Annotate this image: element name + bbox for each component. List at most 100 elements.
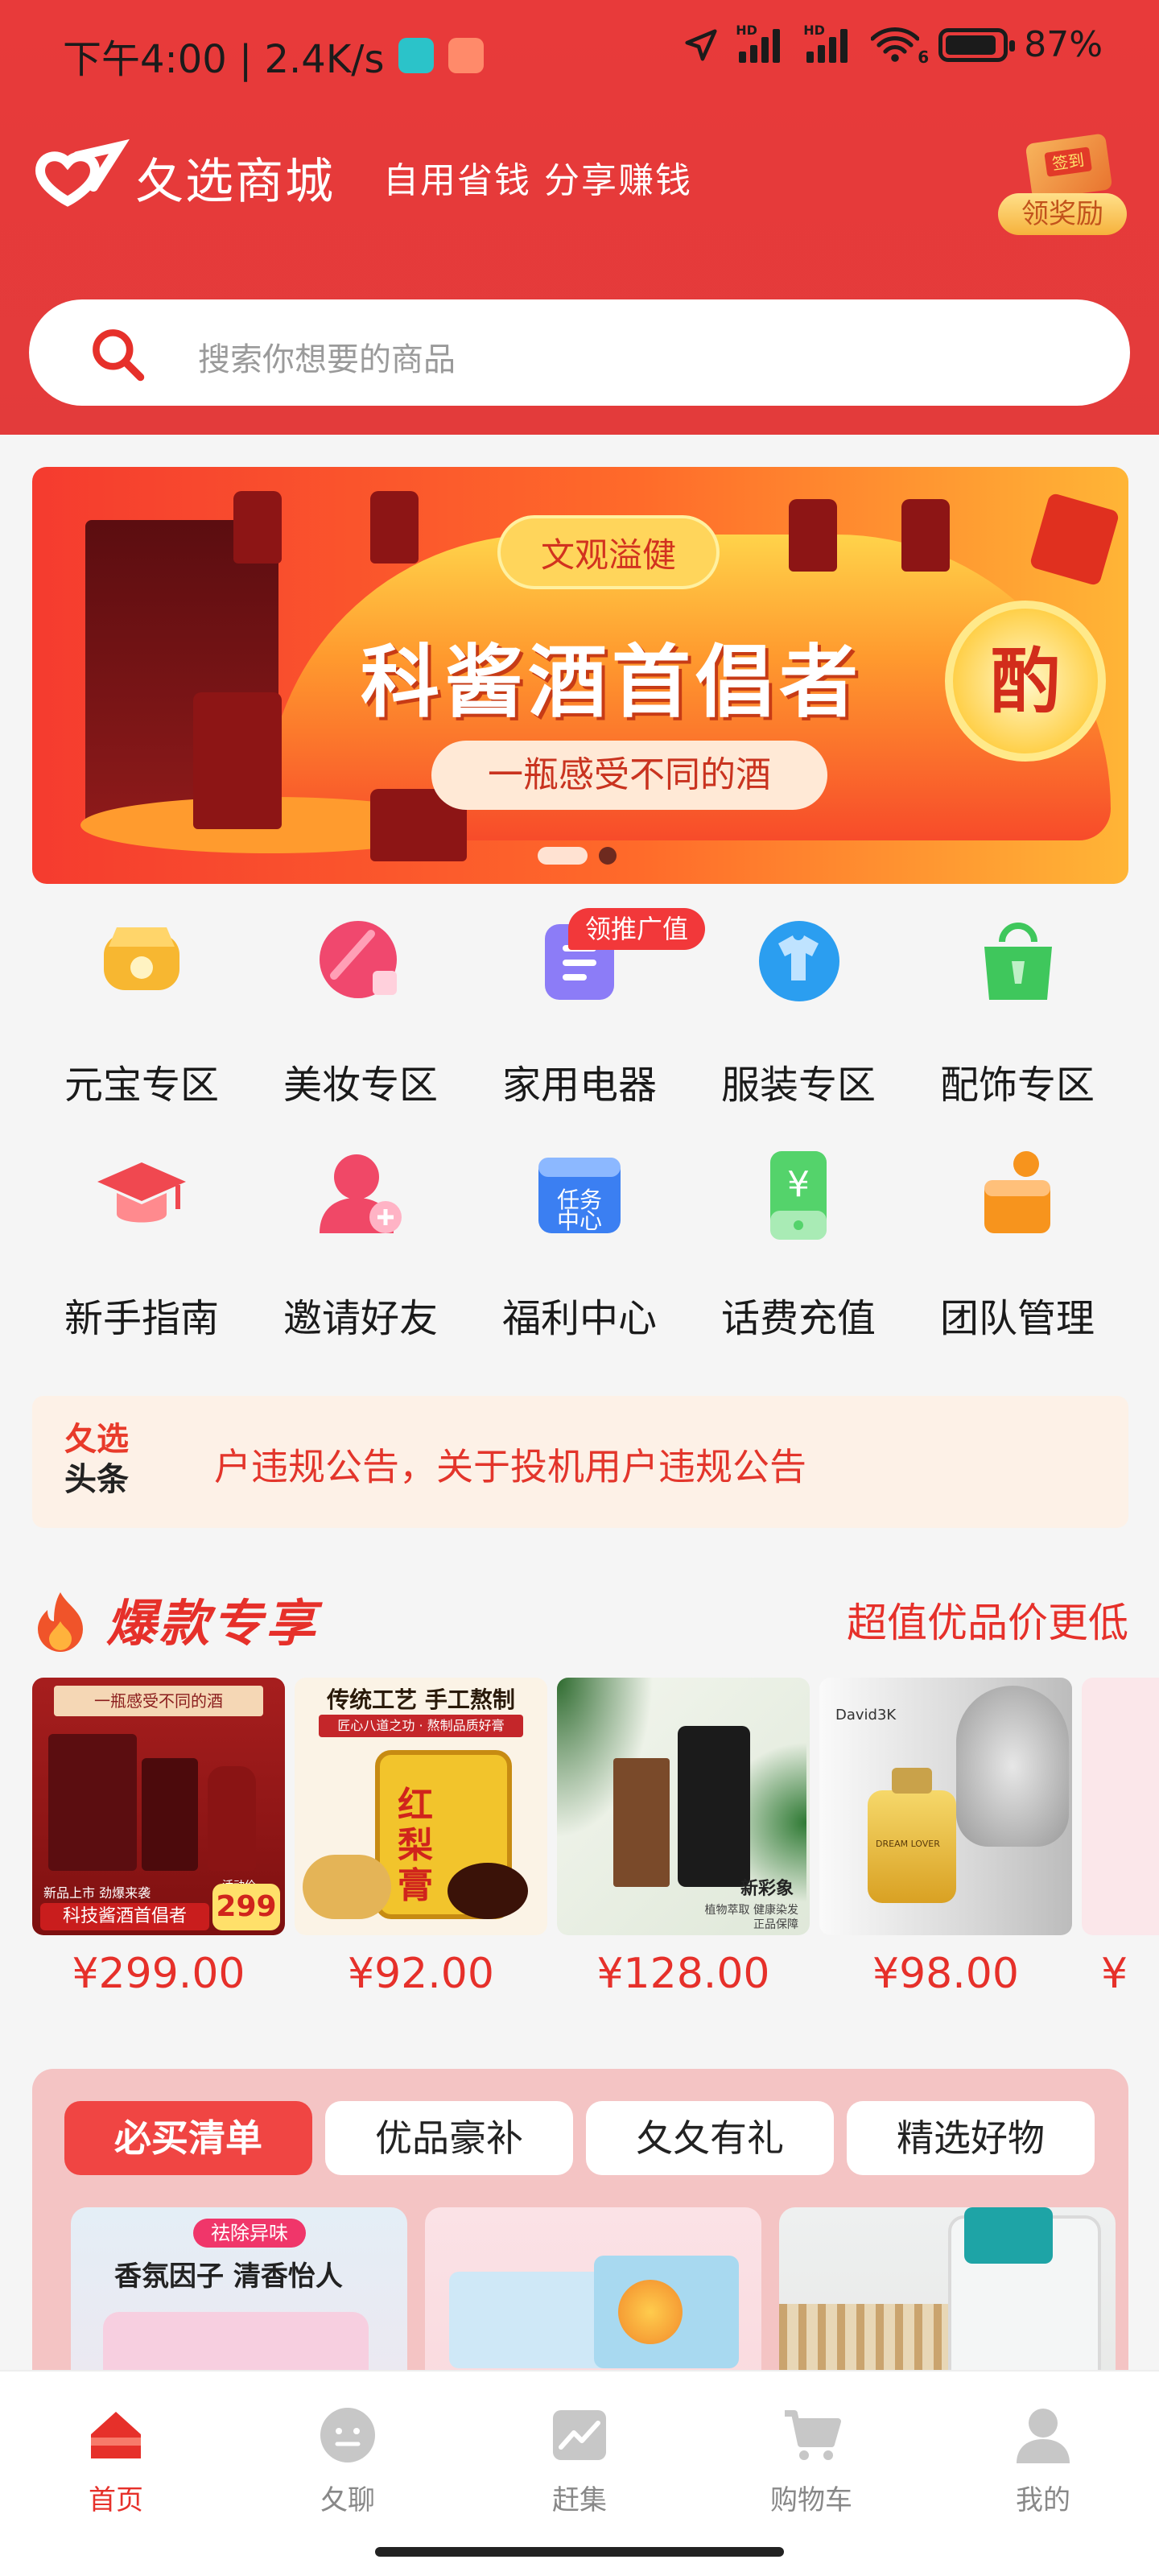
invite-friend-icon [308, 1143, 413, 1248]
clothing-icon [746, 910, 851, 1014]
battery-icon [938, 27, 1016, 62]
bag-icon [965, 910, 1070, 1014]
cosmetics-icon [308, 910, 413, 1014]
bottle-image [370, 491, 419, 564]
must-buy-tabs: 必买清单 优品豪补 夂夂有礼 精选好物 [64, 2101, 1095, 2175]
market-chart-icon [553, 2410, 606, 2460]
category-item[interactable]: ¥ 话费充值 [718, 1143, 879, 1352]
product-card[interactable]: 新彩象 植物萃取 健康染发 正品保障 ¥128.00 [557, 1678, 810, 1998]
category-item[interactable]: 服装专区 [718, 910, 879, 1119]
reward-button[interactable]: 签到 领奖励 [995, 130, 1132, 243]
banner-tag: 文观溢健 [497, 515, 720, 589]
hot-product-row: 一瓶感受不同的酒 新品上市 劲爆来袭 科技酱酒首倡者 活动价 299 ¥299.… [32, 1678, 1159, 2016]
reward-label: 领奖励 [998, 193, 1127, 235]
team-icon [965, 1143, 1070, 1248]
tab-premium-subsidy[interactable]: 优品豪补 [325, 2101, 573, 2175]
search-placeholder: 搜索你想要的商品 [198, 341, 456, 378]
hot-section-header: 爆款专享 超值优品价更低 [32, 1578, 1128, 1658]
status-time: 下午4:00 | 2.4K/s [63, 37, 385, 82]
phone-recharge-icon: ¥ [746, 1143, 851, 1248]
home-icon [91, 2412, 141, 2458]
tab-selected-goods[interactable]: 精选好物 [847, 2101, 1095, 2175]
task-badge: 领推广值 [568, 908, 705, 950]
banner-subtitle: 一瓶感受不同的酒 [431, 741, 827, 810]
product-image: David3K DREAM LOVER [819, 1678, 1072, 1935]
tab-cart[interactable]: 购物车 [731, 2405, 892, 2517]
location-app-icon [398, 38, 435, 73]
brand: 夂选商城 自用省钱 分享赚钱 [29, 138, 692, 216]
category-label: 服装专区 [720, 1063, 876, 1108]
tab-must-buy[interactable]: 必买清单 [64, 2101, 312, 2175]
tab-market[interactable]: 赶集 [499, 2405, 660, 2517]
product-card[interactable]: ¥ [1082, 1678, 1159, 1998]
notice-brand-top: 夂选 [64, 1421, 129, 1458]
red-envelope-icon [1029, 492, 1120, 587]
category-item[interactable]: 配饰专区 [937, 910, 1098, 1119]
category-label: 新手指南 [64, 1296, 219, 1341]
category-item[interactable]: 任务 中心 福利中心 [499, 1143, 660, 1352]
category-item[interactable]: 新手指南 [61, 1143, 222, 1352]
product-card[interactable]: David3K DREAM LOVER ¥98.00 [819, 1678, 1072, 1998]
product-image [1082, 1678, 1159, 1935]
brand-logo-icon [35, 138, 130, 207]
product-card[interactable]: 一瓶感受不同的酒 新品上市 劲爆来袭 科技酱酒首倡者 活动价 299 ¥299.… [32, 1678, 285, 1998]
ingot-icon [89, 910, 194, 1014]
header: 下午4:00 | 2.4K/s HD HD 6 87% 夂选商城 自用省钱 分享… [0, 0, 1159, 435]
product-image: 新彩象 植物萃取 健康染发 正品保障 [557, 1678, 810, 1935]
category-item[interactable]: 团队管理 [937, 1143, 1098, 1352]
headline-notice[interactable]: 夂选 头条 户违规公告，关于投机用户违规公告 [32, 1396, 1128, 1528]
category-label: 福利中心 [501, 1296, 657, 1341]
category-label: 家用电器 [501, 1063, 657, 1108]
tab-chat[interactable]: 夂聊 [267, 2405, 428, 2517]
profile-icon [1017, 2409, 1070, 2463]
category-label: 话费充值 [720, 1296, 876, 1341]
flame-icon [38, 1592, 83, 1652]
product-price: ¥299.00 [72, 1950, 245, 1998]
status-bar: 下午4:00 | 2.4K/s HD HD 6 87% [0, 0, 1159, 105]
category-item[interactable]: 美妆专区 [280, 910, 441, 1119]
svg-text:¥: ¥ [787, 1164, 810, 1205]
category-label: 邀请好友 [283, 1296, 438, 1341]
banner-seal: 酌 [945, 601, 1106, 762]
promo-banner[interactable]: 文观溢健 科酱酒首倡者 一瓶感受不同的酒 酌 [32, 467, 1128, 884]
category-label: 元宝专区 [64, 1063, 219, 1108]
signal-2-icon: HD [803, 23, 855, 63]
hot-more-link[interactable]: 超值优品价更低 [847, 1591, 1128, 1649]
slogan: 自用省钱 分享赚钱 [383, 160, 692, 201]
bottle-image [193, 692, 282, 829]
notice-text[interactable]: 户违规公告，关于投机用户违规公告 [214, 1438, 806, 1491]
task-center-icon: 任务 中心 [527, 1143, 632, 1248]
product-image: 一瓶感受不同的酒 新品上市 劲爆来袭 科技酱酒首倡者 活动价 299 [32, 1678, 285, 1935]
home-indicator[interactable] [375, 2547, 784, 2557]
bottle-image [789, 499, 837, 572]
product-price: ¥92.00 [348, 1950, 494, 1998]
cart-icon [785, 2410, 841, 2460]
location-arrow-icon [685, 28, 717, 61]
banner-dot-active[interactable] [538, 847, 588, 865]
bottom-tab-bar: 首页 夂聊 赶集 购物车 我的 [0, 2370, 1159, 2576]
banner-dot[interactable] [599, 847, 617, 865]
product-price: ¥ [1101, 1950, 1128, 1998]
brand-name: 夂选商城 [135, 153, 335, 210]
bottle-image [233, 491, 282, 564]
graduation-cap-icon [89, 1143, 194, 1248]
battery-percent: 87% [1024, 24, 1103, 65]
banner-pagination [538, 847, 617, 865]
category-label: 配饰专区 [939, 1063, 1095, 1108]
category-item[interactable]: 元宝专区 [61, 910, 222, 1119]
product-image: 传统工艺 手工熬制 匠心八道之功 · 熬制品质好膏 红梨膏 [295, 1678, 547, 1935]
tab-profile[interactable]: 我的 [963, 2405, 1124, 2517]
signal-1-icon: HD [736, 23, 787, 63]
category-item[interactable]: 邀请好友 [280, 1143, 441, 1352]
search-bar[interactable]: 搜索你想要的商品 [29, 299, 1130, 406]
search-icon [93, 329, 145, 382]
banner-title: 科酱酒首倡者 [361, 636, 864, 729]
tab-home[interactable]: 首页 [35, 2405, 196, 2517]
hot-title: 爆款专享 [106, 1594, 320, 1653]
product-card[interactable]: 传统工艺 手工熬制 匠心八道之功 · 熬制品质好膏 红梨膏 ¥92.00 [295, 1678, 547, 1998]
product-price: ¥128.00 [596, 1950, 770, 1998]
product-price: ¥98.00 [872, 1950, 1019, 1998]
signin-box-icon: 签到 [1025, 133, 1113, 200]
chat-face-icon [320, 2408, 375, 2462]
tab-gifts[interactable]: 夂夂有礼 [586, 2101, 834, 2175]
